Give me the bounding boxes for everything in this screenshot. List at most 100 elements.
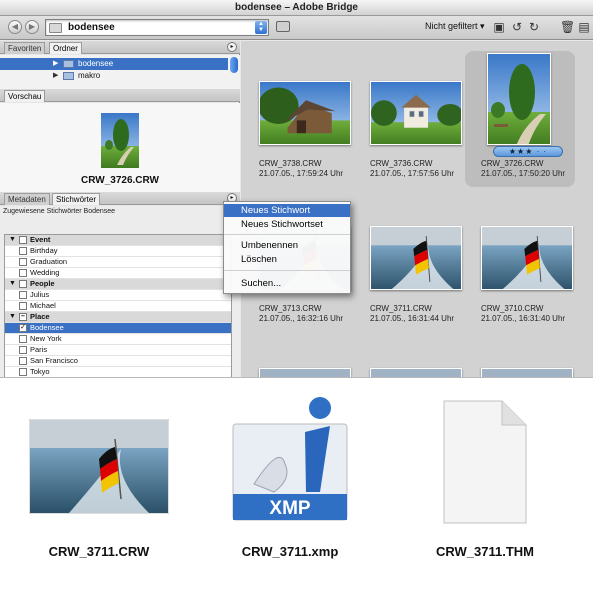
- thumbnail-image[interactable]: [481, 226, 573, 290]
- thumbnail-image[interactable]: [370, 226, 462, 290]
- keyword-checkbox[interactable]: [19, 236, 27, 244]
- keyword-label: Bodensee: [30, 323, 64, 332]
- panel-menu-icon[interactable]: ▸: [227, 42, 237, 52]
- keyword-label: San Francisco: [30, 356, 78, 365]
- context-menu-item[interactable]: Neues Stichwort: [224, 204, 350, 217]
- folder-icon: [49, 23, 62, 33]
- rotate-left-icon[interactable]: ↺: [510, 20, 524, 34]
- context-menu-item[interactable]: Suchen...: [224, 277, 350, 290]
- keyword-category[interactable]: ▼ – Place: [5, 312, 231, 323]
- keyword-category[interactable]: ▼ People: [5, 279, 231, 290]
- folder-tree: ▶ bodensee ▶ makro: [0, 55, 240, 89]
- expand-triangle-icon[interactable]: ▶: [53, 58, 58, 70]
- thumbnail-filename: CRW_3710.CRW: [481, 304, 544, 313]
- keyword-label: People: [30, 279, 55, 288]
- keyword-checkbox[interactable]: –: [19, 313, 27, 321]
- folder-row-makro[interactable]: ▶ makro: [0, 70, 228, 82]
- keyword-label: Tokyo: [30, 367, 50, 376]
- path-dropdown-arrows-icon[interactable]: ▲ ▼: [255, 21, 267, 34]
- thumbnail-image[interactable]: [370, 81, 462, 145]
- scrollbar-thumb[interactable]: [230, 57, 238, 73]
- keyword-item[interactable]: Tokyo: [5, 367, 231, 377]
- tab-keywords[interactable]: Stichwörter: [52, 193, 101, 205]
- keyword-item[interactable]: Birthday: [5, 246, 231, 257]
- keyword-item[interactable]: Paris: [5, 345, 231, 356]
- menu-separator: [224, 270, 350, 271]
- tab-favorites[interactable]: Favoriten: [4, 42, 46, 54]
- folder-icon: [63, 72, 74, 80]
- filter-label: Nicht gefiltert: [425, 21, 478, 31]
- keyword-item[interactable]: Wedding: [5, 268, 231, 279]
- preview-tabs: Vorschau: [0, 89, 240, 102]
- tab-metadata[interactable]: Metadaten: [4, 193, 50, 205]
- thumbnail-image[interactable]: [259, 368, 351, 377]
- folder-tabs: Favoriten Ordner ▸: [0, 41, 240, 54]
- keyword-checkbox[interactable]: [19, 335, 27, 343]
- keyword-item[interactable]: ✓ Bodensee: [5, 323, 231, 334]
- forward-button[interactable]: ▶: [25, 20, 39, 34]
- back-button[interactable]: ◀: [8, 20, 22, 34]
- thumbnail-date: 21.07.05., 17:50:20 Uhr: [481, 169, 566, 178]
- trash-icon[interactable]: 🗑: [560, 20, 575, 34]
- keyword-label: Julius: [30, 290, 50, 299]
- tab-preview[interactable]: Vorschau: [4, 90, 46, 102]
- thumbnail-filename: CRW_3713.CRW: [259, 304, 322, 313]
- file-name-xmp: CRW_3711.xmp: [241, 544, 339, 559]
- disclosure-triangle-icon[interactable]: ▼: [9, 279, 16, 289]
- keyword-category[interactable]: ▼ Event: [5, 235, 231, 246]
- folder-row-bodensee[interactable]: ▶ bodensee: [0, 58, 228, 70]
- thumbnail-filename: CRW_3726.CRW: [481, 159, 544, 168]
- thumbnail-image[interactable]: [370, 368, 462, 377]
- keyword-checkbox[interactable]: [19, 280, 27, 288]
- keyword-checkbox[interactable]: [19, 302, 27, 310]
- keyword-label: New York: [30, 334, 62, 343]
- keyword-label: Paris: [30, 345, 48, 354]
- keyword-item[interactable]: San Francisco: [5, 356, 231, 367]
- keyword-checkbox[interactable]: [19, 269, 27, 277]
- keyword-label: Place: [30, 312, 50, 321]
- view-toggle-icon[interactable]: ▤: [577, 20, 591, 34]
- window-title: bodensee – Adobe Bridge: [0, 0, 593, 16]
- star-rating[interactable]: ★★★ · ·: [493, 146, 563, 157]
- expand-triangle-icon[interactable]: ▶: [53, 70, 58, 82]
- new-folder-icon[interactable]: ▣: [492, 20, 506, 34]
- keyword-checkbox[interactable]: [19, 357, 27, 365]
- context-menu: Neues Stichwort Neues Stichwortset Umbenen…: [223, 201, 351, 294]
- thumbnail-image[interactable]: [487, 53, 551, 145]
- thumbnail-filename: CRW_3738.CRW: [259, 159, 322, 168]
- disclosure-triangle-icon[interactable]: ▼: [9, 235, 16, 245]
- rotate-right-icon[interactable]: ↻: [527, 20, 541, 34]
- thumbnail-image[interactable]: [481, 368, 573, 377]
- path-dropdown[interactable]: bodensee ▲ ▼: [45, 19, 269, 36]
- keyword-checkbox[interactable]: [19, 247, 27, 255]
- menu-separator: [224, 234, 350, 235]
- keyword-item[interactable]: Michael: [5, 301, 231, 312]
- filter-dropdown[interactable]: Nicht gefiltert ▾: [425, 21, 485, 32]
- preview-filename: CRW_3726.CRW: [81, 175, 159, 186]
- camera-import-icon[interactable]: [276, 21, 290, 32]
- folder-name: makro: [78, 71, 101, 80]
- toolbar: ◀ ▶ bodensee ▲ ▼ Nicht gefiltert ▾ ▣ ↺ ↻ …: [0, 16, 593, 40]
- keyword-checkbox[interactable]: [19, 346, 27, 354]
- keyword-checkbox[interactable]: [19, 368, 27, 376]
- context-menu-item[interactable]: Löschen: [224, 253, 350, 266]
- preview-image: [101, 113, 139, 168]
- thumbnail-date: 21.07.05., 17:59:24 Uhr: [259, 169, 344, 178]
- context-menu-item[interactable]: Neues Stichwortset: [224, 218, 350, 231]
- context-menu-item[interactable]: Umbenennen: [224, 239, 350, 252]
- keyword-item[interactable]: New York: [5, 334, 231, 345]
- keyword-checkbox[interactable]: ✓: [19, 324, 27, 332]
- keyword-item[interactable]: Julius: [5, 290, 231, 301]
- keyword-checkbox[interactable]: [19, 258, 27, 266]
- keyword-item[interactable]: Graduation: [5, 257, 231, 268]
- metadata-tabs: Metadaten Stichwörter ▸: [0, 192, 240, 205]
- keyword-label: Michael: [30, 301, 56, 310]
- tab-folders[interactable]: Ordner: [49, 42, 82, 54]
- thumbnail-image[interactable]: [259, 81, 351, 145]
- keyword-label: Event: [30, 235, 51, 244]
- disclosure-triangle-icon[interactable]: ▼: [9, 312, 16, 322]
- keyword-checkbox[interactable]: [19, 291, 27, 299]
- keyword-label: Wedding: [30, 268, 60, 277]
- left-panel: Favoriten Ordner ▸ ▶ bodensee ▶ makro Vo…: [0, 41, 240, 377]
- folder-icon: [63, 60, 74, 68]
